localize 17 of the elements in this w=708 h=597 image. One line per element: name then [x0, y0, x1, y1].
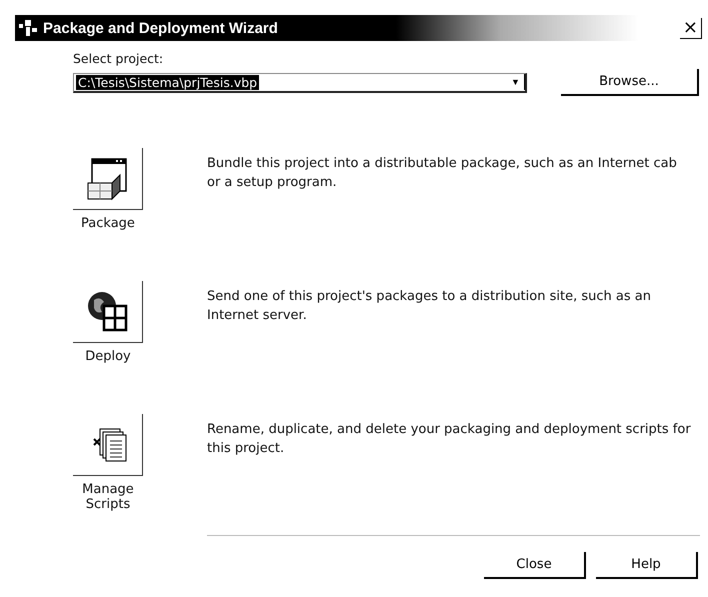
action-description: Send one of this project's packages to a distribution site, such as an Internet server.	[207, 288, 652, 325]
field-label: Select project:	[73, 51, 164, 66]
action-label: Deploy	[84, 349, 132, 364]
dialog-button[interactable]: Help	[596, 552, 698, 579]
window-title: Package and Deployment Wizard	[43, 20, 278, 36]
dialog-button[interactable]: Close	[484, 552, 586, 579]
selected-text: C:\Tesis\Sistema\prjTesis.vbp	[76, 74, 260, 90]
window-box-icon	[86, 156, 130, 200]
action-description: Rename, duplicate, and delete your packaging and deployment scripts for this project.	[207, 421, 692, 458]
globe-grid-icon	[86, 290, 130, 334]
action-description: Bundle this project into a distributable package, such as an Internet cab or a setup program.	[207, 155, 678, 192]
app-icon	[19, 19, 39, 37]
project-combo-box[interactable]: C:\Tesis\Sistema\prjTesis.vbp ▼	[73, 72, 527, 92]
action-label: Package	[80, 216, 136, 231]
action-label: Manage Scripts	[81, 482, 135, 512]
browse-button[interactable]: Browse...	[561, 69, 699, 96]
close-button[interactable]: ×	[680, 18, 702, 38]
